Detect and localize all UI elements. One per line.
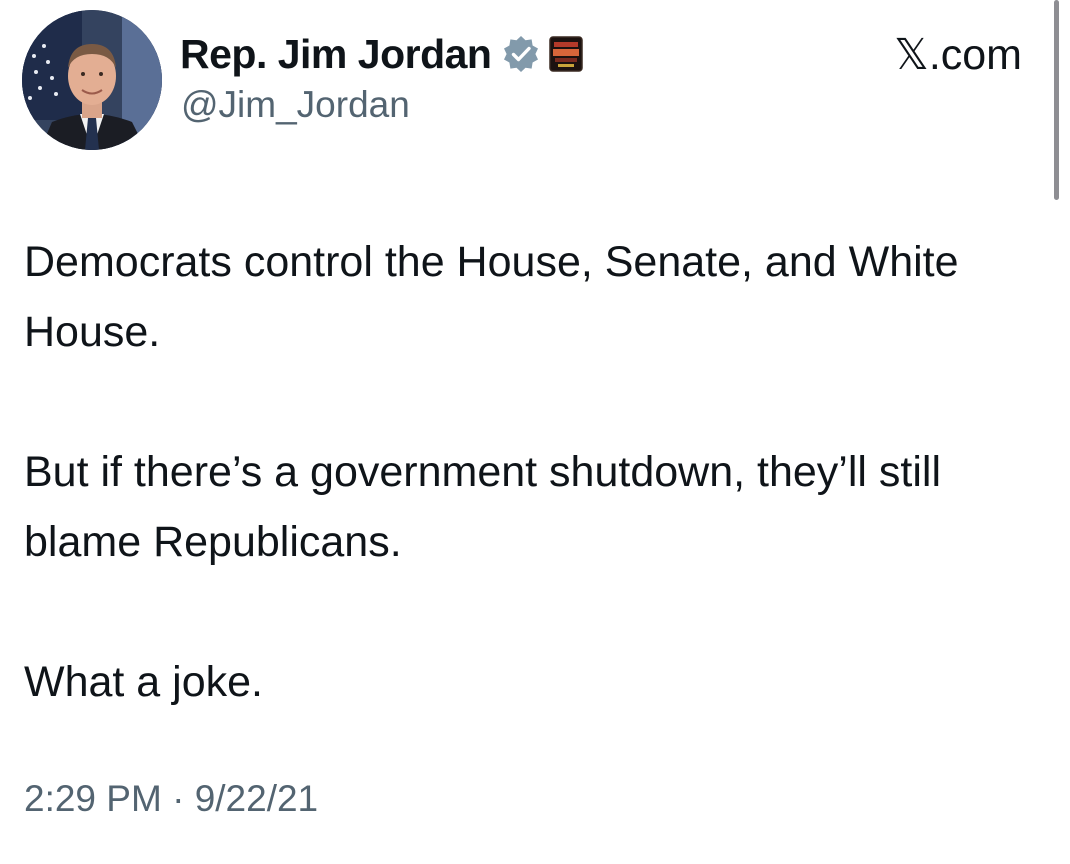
tweet-date: 9/22/21 xyxy=(194,778,319,819)
tweet-paragraph: What a joke. xyxy=(24,658,263,706)
avatar[interactable] xyxy=(22,10,162,150)
site-label: 𝕏.com xyxy=(894,31,1022,79)
tweet-text: Democrats control the House, Senate, and… xyxy=(24,227,1034,717)
verified-badge-icon[interactable] xyxy=(501,34,541,74)
author-name-row: Rep. Jim Jordan xyxy=(180,26,584,82)
tweet-time: 2:29 PM xyxy=(24,778,162,819)
scrollbar-thumb[interactable] xyxy=(1054,0,1059,200)
author-display-name[interactable]: Rep. Jim Jordan xyxy=(180,31,492,78)
timestamp-separator: · xyxy=(172,778,185,819)
tweet-timestamp[interactable]: 2:29 PM · 9/22/21 xyxy=(24,778,318,820)
tweet-paragraph: Democrats control the House, Senate, and… xyxy=(24,238,959,356)
author-handle[interactable]: @Jim_Jordan xyxy=(181,84,410,126)
affiliate-badge-icon[interactable] xyxy=(549,36,584,72)
avatar-photo xyxy=(22,10,162,150)
tweet-paragraph: But if there’s a government shutdown, th… xyxy=(24,448,942,566)
